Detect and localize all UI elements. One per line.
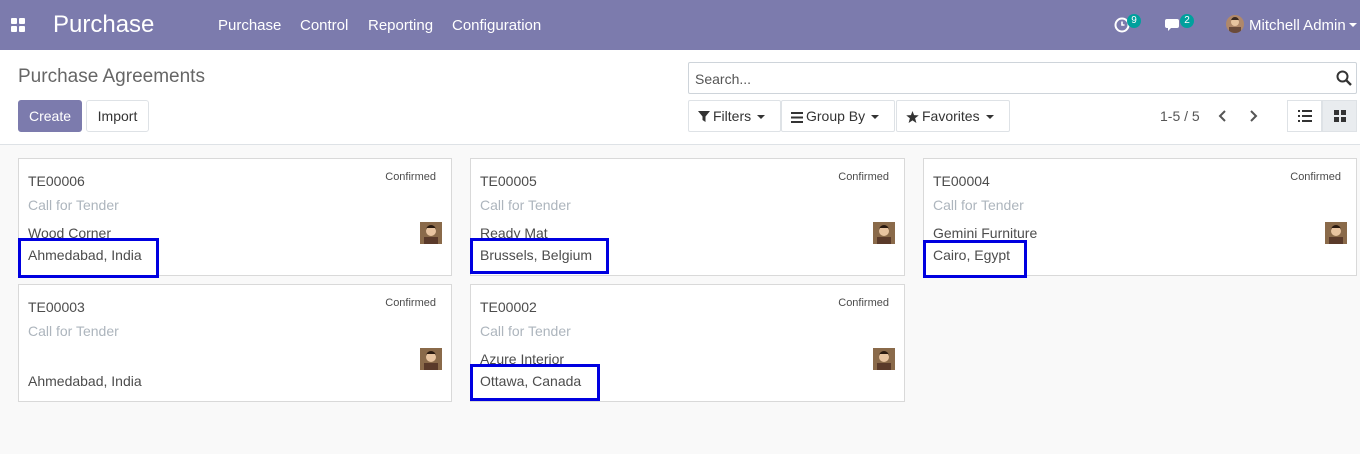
responsible-avatar[interactable] <box>1325 222 1347 244</box>
status-badge: Confirmed <box>838 171 889 183</box>
agreement-type: Call for Tender <box>28 323 119 339</box>
create-button[interactable]: Create <box>18 100 82 132</box>
activity-count-badge: 9 <box>1127 14 1141 28</box>
list-view-button[interactable] <box>1287 100 1322 132</box>
search-input[interactable] <box>695 69 1325 89</box>
menu-reporting[interactable]: Reporting <box>368 17 433 34</box>
message-count-badge: 2 <box>1180 14 1194 28</box>
top-navbar: Purchase Purchase Control Reporting Conf… <box>0 0 1360 50</box>
vendor-location: Ahmedabad, India <box>28 373 142 389</box>
control-panel: Purchase Agreements Create Import Filter… <box>0 50 1360 145</box>
user-menu-caret-icon[interactable] <box>1349 23 1357 27</box>
agreement-type: Call for Tender <box>28 197 119 213</box>
agreement-type: Call for Tender <box>480 197 571 213</box>
status-badge: Confirmed <box>838 297 889 309</box>
menu-configuration[interactable]: Configuration <box>452 17 541 34</box>
agreement-reference: TE00003 <box>28 299 85 315</box>
search-bar[interactable] <box>688 62 1357 94</box>
app-title[interactable]: Purchase <box>53 11 154 39</box>
group-by-label: Group By <box>806 108 866 124</box>
menu-purchase[interactable]: Purchase <box>218 17 281 34</box>
search-icon[interactable] <box>1336 70 1352 86</box>
user-avatar[interactable] <box>1226 15 1244 33</box>
highlight-box <box>470 238 609 274</box>
chevron-down-icon <box>757 115 766 120</box>
status-badge: Confirmed <box>385 171 436 183</box>
responsible-avatar[interactable] <box>420 348 442 370</box>
agreement-reference: TE00004 <box>933 173 990 189</box>
chevron-down-icon <box>871 115 880 120</box>
star-icon <box>906 111 919 124</box>
agreement-type: Call for Tender <box>480 323 571 339</box>
agreement-reference: TE00006 <box>28 173 85 189</box>
responsible-avatar[interactable] <box>420 222 442 244</box>
pager-next-icon[interactable] <box>1243 106 1263 126</box>
agreement-reference: TE00005 <box>480 173 537 189</box>
kanban-card[interactable]: TE00003 Confirmed Call for Tender Ahmeda… <box>18 284 452 402</box>
group-by-bars-icon <box>791 111 803 123</box>
user-name[interactable]: Mitchell Admin <box>1249 17 1346 34</box>
filters-label: Filters <box>713 108 752 124</box>
menu-control[interactable]: Control <box>300 17 348 34</box>
pager-value[interactable]: 1-5 / 5 <box>1160 108 1200 124</box>
filters-dropdown[interactable]: Filters <box>688 100 781 132</box>
page-title: Purchase Agreements <box>18 66 205 87</box>
favorites-label: Favorites <box>922 108 980 124</box>
kanban-view-icon <box>1334 110 1346 122</box>
group-by-dropdown[interactable]: Group By <box>781 100 895 132</box>
app-menu-icon[interactable] <box>11 18 25 32</box>
list-view-icon <box>1298 110 1312 122</box>
status-badge: Confirmed <box>385 297 436 309</box>
highlight-box <box>18 238 159 278</box>
vendor-name: Gemini Furniture <box>933 225 1038 241</box>
import-button[interactable]: Import <box>86 100 149 132</box>
highlight-box <box>923 240 1027 278</box>
kanban-view-button[interactable] <box>1322 100 1357 132</box>
favorites-dropdown[interactable]: Favorites <box>896 100 1010 132</box>
chevron-down-icon <box>985 115 994 120</box>
agreement-reference: TE00002 <box>480 299 537 315</box>
highlight-box <box>470 364 600 401</box>
responsible-avatar[interactable] <box>873 348 895 370</box>
responsible-avatar[interactable] <box>873 222 895 244</box>
status-badge: Confirmed <box>1290 171 1341 183</box>
pager-previous-icon[interactable] <box>1213 106 1233 126</box>
agreement-type: Call for Tender <box>933 197 1024 213</box>
filter-funnel-icon <box>698 111 710 123</box>
